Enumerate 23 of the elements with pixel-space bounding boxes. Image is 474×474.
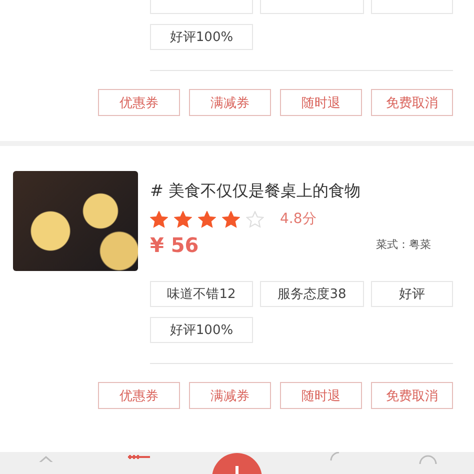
- price: ¥ 56: [150, 232, 199, 258]
- cuisine-label: 菜式：粤菜: [376, 237, 431, 253]
- coupon-button[interactable]: 满减券: [189, 382, 271, 409]
- coupon-button[interactable]: 优惠券: [98, 89, 180, 116]
- filled-star-icon: [150, 210, 168, 228]
- coupon-button[interactable]: 优惠券: [98, 382, 180, 409]
- dish-title: # 美食不仅仅是餐桌上的食物: [150, 180, 362, 202]
- coupon-button[interactable]: 免费取消: [371, 89, 453, 116]
- filled-star-icon: [222, 210, 240, 228]
- filled-star-icon: [174, 210, 192, 228]
- rating-score: 4.8分: [280, 210, 316, 228]
- tag: 好评100%: [150, 317, 253, 343]
- filled-star-icon: [198, 210, 216, 228]
- tag: 服务态度38: [260, 281, 364, 307]
- tag: 好评: [371, 281, 453, 307]
- tag: 味道不错12: [150, 281, 253, 307]
- empty-star-icon: [246, 210, 264, 228]
- coupon-button[interactable]: 满减券: [189, 89, 271, 116]
- nav-tab[interactable]: [210, 452, 263, 474]
- coupon-button[interactable]: 免费取消: [371, 382, 453, 409]
- tag: 好评100%: [150, 24, 253, 50]
- coupon-button[interactable]: 随时退: [280, 382, 362, 409]
- coupon-button[interactable]: 随时退: [280, 89, 362, 116]
